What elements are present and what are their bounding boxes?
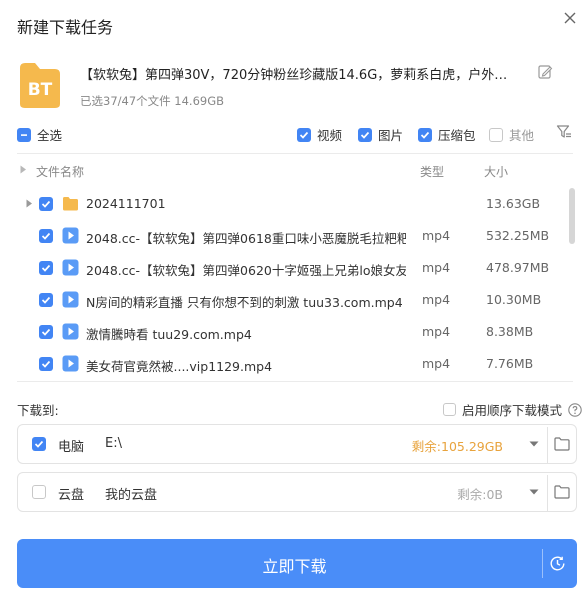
file-checkbox[interactable]: [39, 293, 53, 307]
file-checkbox[interactable]: [39, 357, 53, 371]
file-type: mp4: [422, 260, 451, 275]
dialog-title: 新建下载任务: [17, 18, 114, 37]
file-type: mp4: [422, 228, 451, 243]
separator: [547, 427, 548, 463]
file-size: 13.63GB: [486, 196, 541, 211]
target-local-pc[interactable]: 电脑 E:\ 剩余:105.29GB: [17, 424, 577, 464]
file-size: 10.30MB: [486, 292, 542, 307]
target-path[interactable]: E:\: [105, 436, 122, 451]
file-checkbox[interactable]: [39, 325, 53, 339]
checkbox-checked: [418, 127, 432, 142]
file-size: 532.25MB: [486, 228, 550, 243]
bt-badge-text: BT: [28, 80, 53, 100]
schedule-clock-icon[interactable]: [549, 555, 566, 572]
filter-image-label: 图片: [378, 128, 404, 143]
filter-other[interactable]: 其他: [489, 125, 534, 144]
separator: [542, 549, 543, 578]
free-space: 剩余:105.29GB: [411, 439, 503, 454]
separator: [547, 475, 548, 511]
file-list-header: 文件名称 类型 大小: [17, 160, 573, 182]
expand-folder-icon[interactable]: [26, 199, 33, 208]
file-checkbox[interactable]: [39, 229, 53, 243]
browse-folder-icon[interactable]: [554, 485, 570, 499]
column-name[interactable]: 文件名称: [36, 163, 84, 180]
filter-bar: 全选 视频 图片 压缩包 其他: [17, 123, 573, 143]
filter-video-label: 视频: [317, 128, 343, 143]
target-checkbox[interactable]: [32, 437, 46, 451]
file-size: 7.76MB: [486, 356, 534, 371]
dropdown-icon[interactable]: [529, 441, 539, 447]
filter-other-label: 其他: [509, 128, 535, 143]
checkbox-partial: [17, 127, 31, 142]
file-name: 2048.cc-【软软兔】第四弹0618重口味小恶魔脱毛拉粑粑...: [86, 231, 406, 246]
file-type: mp4: [422, 292, 451, 307]
file-type: mp4: [422, 356, 451, 371]
sequential-mode-label: 启用顺序下载模式: [462, 403, 563, 418]
free-space: 剩余:0B: [457, 487, 503, 502]
file-name: 激情騰時看 tuu29.com.mp4: [86, 327, 252, 342]
file-type: mp4: [422, 324, 451, 339]
file-size: 478.97MB: [486, 260, 550, 275]
download-now-label: 立即下载: [262, 557, 327, 576]
edit-icon[interactable]: [537, 64, 553, 80]
file-name: 美女荷官竟然被....vip1129.mp4: [86, 359, 273, 374]
file-row[interactable]: 激情騰時看 tuu29.com.mp4 mp4 8.38MB: [17, 316, 565, 348]
column-size[interactable]: 大小: [484, 163, 508, 180]
task-name: 【软软兔】第四弹30V，720分钟粉丝珍藏版14.6G，萝莉系白虎，户外…: [80, 68, 508, 83]
filter-archive[interactable]: 压缩包: [418, 125, 476, 144]
file-list: 2024111701 13.63GB 2048.cc-【软软兔】第四弹0618重…: [17, 188, 573, 380]
file-row[interactable]: 2048.cc-【软软兔】第四弹0620十字姬强上兄弟lo娘女友... mp4 …: [17, 252, 565, 284]
video-file-icon: [62, 323, 79, 340]
file-row[interactable]: N房间的精彩直播 只有你想不到的刺激 tuu33.com.mp4 mp4 10.…: [17, 284, 565, 316]
file-list-scrollbar[interactable]: [569, 188, 575, 380]
target-cloud-drive[interactable]: 云盘 我的云盘 剩余:0B: [17, 472, 577, 512]
filter-funnel-icon[interactable]: [556, 124, 572, 140]
filter-archive-label: 压缩包: [438, 128, 476, 143]
target-name: 电脑: [58, 440, 85, 455]
file-name: 2024111701: [86, 196, 166, 211]
filter-video[interactable]: 视频: [297, 125, 342, 144]
file-checkbox[interactable]: [39, 197, 53, 211]
sequential-mode-option[interactable]: 启用顺序下载模式: [443, 400, 582, 419]
filter-image[interactable]: 图片: [358, 125, 403, 144]
close-icon[interactable]: [560, 8, 580, 28]
video-file-icon: [62, 259, 79, 276]
select-all-label: 全选: [37, 128, 63, 143]
help-icon[interactable]: [568, 402, 582, 417]
file-name: N房间的精彩直播 只有你想不到的刺激 tuu33.com.mp4: [86, 295, 403, 310]
target-name: 云盘: [58, 488, 85, 503]
target-checkbox[interactable]: [32, 485, 46, 499]
expand-all-icon[interactable]: [20, 165, 27, 174]
file-checkbox[interactable]: [39, 261, 53, 275]
divider: [17, 153, 573, 154]
selection-summary: 已选37/47个文件 14.69GB: [80, 94, 225, 108]
sequential-mode-checkbox[interactable]: [443, 403, 456, 416]
file-size: 8.38MB: [486, 324, 534, 339]
select-all-checkbox[interactable]: 全选: [17, 125, 62, 144]
checkbox-checked: [358, 127, 372, 142]
file-row[interactable]: 2048.cc-【软软兔】第四弹0618重口味小恶魔脱毛拉粑粑... mp4 5…: [17, 220, 565, 252]
bt-file-icon: BT: [20, 63, 60, 108]
checkbox-checked: [297, 127, 311, 142]
column-type[interactable]: 类型: [420, 163, 444, 180]
folder-icon: [63, 197, 78, 211]
scrollbar-thumb[interactable]: [569, 188, 575, 244]
download-now-button[interactable]: 立即下载: [17, 539, 577, 588]
target-path[interactable]: 我的云盘: [105, 484, 157, 503]
checkbox-unchecked: [489, 127, 503, 142]
video-file-icon: [62, 355, 79, 372]
video-file-icon: [62, 227, 79, 244]
divider: [17, 381, 573, 382]
browse-folder-icon[interactable]: [554, 437, 570, 451]
file-row-folder[interactable]: 2024111701 13.63GB: [17, 188, 565, 220]
save-to-label: 下载到:: [17, 403, 59, 418]
video-file-icon: [62, 291, 79, 308]
file-name: 2048.cc-【软软兔】第四弹0620十字姬强上兄弟lo娘女友...: [86, 263, 406, 278]
dropdown-icon[interactable]: [529, 489, 539, 495]
file-row[interactable]: 美女荷官竟然被....vip1129.mp4 mp4 7.76MB: [17, 348, 565, 380]
